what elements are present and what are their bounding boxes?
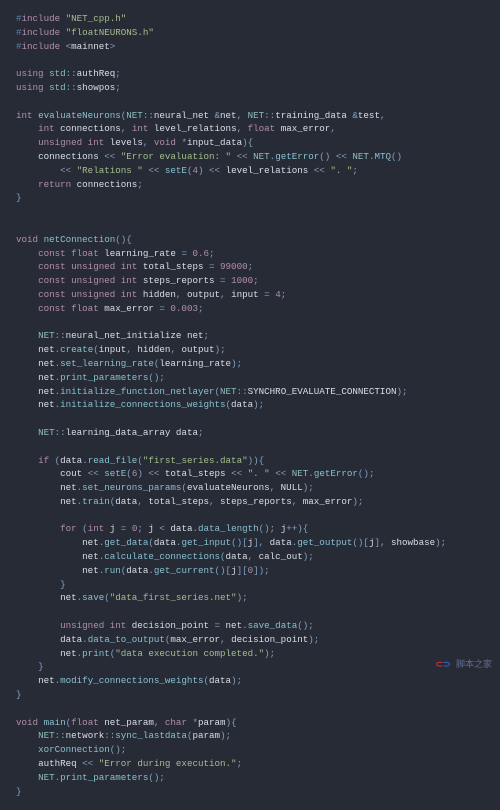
line: for (int j = 0; j < data.data_length(); …	[16, 523, 308, 534]
line: #include <mainnet>	[16, 41, 115, 52]
line: net.get_data(data.get_input()[j], data.g…	[16, 537, 446, 548]
line: const float learning_rate = 0.6;	[16, 248, 215, 259]
line: int evaluateNeurons(NET::neural_net &net…	[16, 110, 385, 121]
line: net.initialize_function_netlayer(NET::SY…	[16, 386, 408, 397]
line: using std::showpos;	[16, 82, 121, 93]
line: }	[16, 689, 22, 700]
line: }	[16, 192, 22, 203]
line: NET::learning_data_array data;	[16, 427, 204, 438]
line: net.set_learning_rate(learning_rate);	[16, 358, 242, 369]
line: const unsigned int hidden, output, input…	[16, 289, 286, 300]
line: authReq << "Error during execution.";	[16, 758, 242, 769]
line: net.save("data_first_series.net");	[16, 592, 248, 603]
line: }	[16, 786, 22, 797]
line: net.create(input, hidden, output);	[16, 344, 226, 355]
line: if (data.read_file("first_series.data"))…	[16, 455, 264, 466]
line: net.set_neurons_params(evaluateNeurons, …	[16, 482, 314, 493]
line: void main(float net_param, char *param){	[16, 717, 237, 728]
line: net.modify_connections_weights(data);	[16, 675, 242, 686]
code-block: #include "NET_cpp.h" #include "floatNEUR…	[16, 12, 484, 798]
watermark-logo: ⊂⊃ 脚本之家	[435, 659, 492, 673]
line: net.run(data.get_current()[j][0]);	[16, 565, 270, 576]
line: const float max_error = 0.003;	[16, 303, 204, 314]
line: << "Relations " << setE(4) << level_rela…	[16, 165, 358, 176]
line: const unsigned int steps_reports = 1000;	[16, 275, 259, 286]
line: return connections;	[16, 179, 143, 190]
line: unsigned int decision_point = net.save_d…	[16, 620, 314, 631]
line: net.print_parameters();	[16, 372, 165, 383]
line: connections << "Error evaluation: " << N…	[16, 151, 402, 162]
line: unsigned int levels, void *input_data){	[16, 137, 253, 148]
line: void netConnection(){	[16, 234, 132, 245]
line: cout << setE(6) << total_steps << ". " <…	[16, 468, 374, 479]
line: NET.print_parameters();	[16, 772, 165, 783]
line: using std::authReq;	[16, 68, 121, 79]
line: NET::network::sync_lastdata(param);	[16, 730, 231, 741]
line: data.data_to_output(max_error, decision_…	[16, 634, 319, 645]
line: #include "NET_cpp.h"	[16, 13, 126, 24]
line: int connections, int level_relations, fl…	[16, 123, 336, 134]
line: }	[16, 661, 44, 672]
line: xorConnection();	[16, 744, 126, 755]
line: net.calculate_connections(data, calc_out…	[16, 551, 314, 562]
line: net.initialize_connections_weights(data)…	[16, 399, 264, 410]
line: net.train(data, total_steps, steps_repor…	[16, 496, 363, 507]
line: }	[16, 579, 66, 590]
line: net.print("data execution completed.");	[16, 648, 275, 659]
line: #include "floatNEURONS.h"	[16, 27, 154, 38]
line: const unsigned int total_steps = 99000;	[16, 261, 253, 272]
line: NET::neural_net_initialize net;	[16, 330, 209, 341]
